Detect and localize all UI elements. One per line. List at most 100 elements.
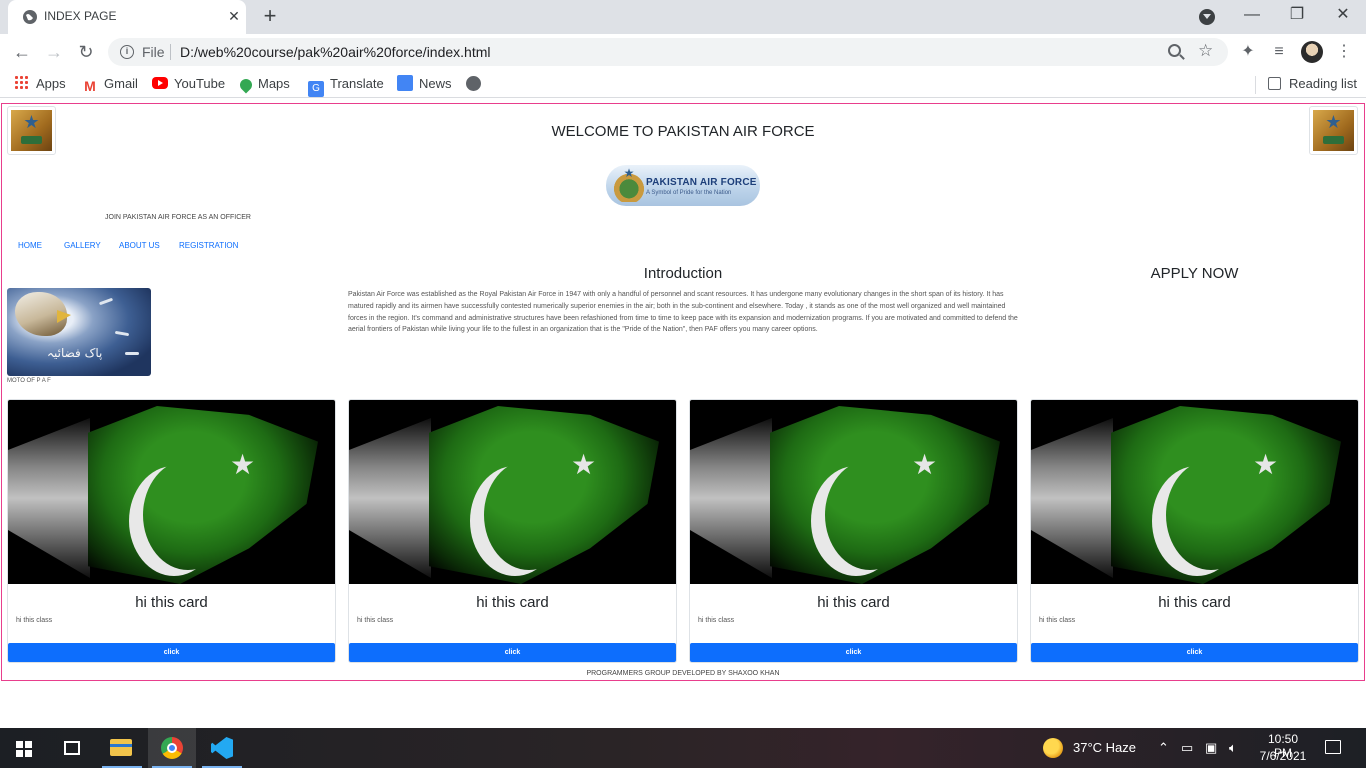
news-icon xyxy=(397,75,413,91)
url-text[interactable]: D:/web%20course/pak%20air%20force/index.… xyxy=(180,44,491,60)
page-footer: PROGRAMMERS GROUP DEVELOPED BY SHAXOO KH… xyxy=(586,670,780,677)
star-icon: ★ xyxy=(1253,449,1279,480)
nav-home[interactable]: HOME xyxy=(18,241,42,250)
reading-list-icon xyxy=(1268,77,1281,90)
file-explorer-button[interactable] xyxy=(98,728,146,768)
bookmark-translate[interactable]: G Translate xyxy=(308,75,384,97)
gmail-icon: M xyxy=(84,78,96,94)
reload-icon[interactable]: ↻ xyxy=(74,40,98,64)
card-text: hi this class xyxy=(16,617,53,624)
chevron-up-icon[interactable]: ⌃ xyxy=(1158,740,1169,756)
apps-grid-icon xyxy=(14,75,30,91)
flag-white-band xyxy=(8,418,90,578)
youtube-icon xyxy=(152,77,168,89)
chrome-taskbar-button[interactable] xyxy=(148,728,196,768)
bookmark-label: Translate xyxy=(330,76,384,91)
minimize-icon[interactable]: — xyxy=(1229,0,1275,30)
card-click-button[interactable]: click xyxy=(349,643,676,662)
tab-strip: INDEX PAGE ✕ + — ❐ ✕ xyxy=(0,0,1366,34)
crescent-icon xyxy=(1166,460,1256,570)
vscode-icon xyxy=(211,737,233,759)
profile-avatar[interactable] xyxy=(1301,41,1323,63)
extensions-puzzle-icon[interactable]: ✦ xyxy=(1238,42,1258,62)
menu-kebab-icon[interactable]: ⋮ xyxy=(1334,42,1354,62)
jet-icon xyxy=(98,297,114,306)
bookmark-label: Apps xyxy=(36,76,66,91)
card-click-button[interactable]: click xyxy=(8,643,335,662)
globe-icon xyxy=(23,10,37,24)
bookmark-news[interactable]: News xyxy=(397,75,452,93)
tab-title: INDEX PAGE xyxy=(44,9,117,23)
card-text: hi this class xyxy=(357,617,394,624)
bookmark-maps[interactable]: Maps xyxy=(237,75,290,94)
tab-close-icon[interactable]: ✕ xyxy=(226,8,242,24)
bookmark-label: Gmail xyxy=(104,76,138,91)
volume-icon[interactable]: 🔈︎ xyxy=(1229,740,1237,756)
join-officer-text: JOIN PAKISTAN AIR FORCE AS AN OFFICER xyxy=(105,214,251,221)
bookmark-label: News xyxy=(419,76,452,91)
nav-gallery[interactable]: GALLERY xyxy=(64,241,101,250)
card-title: hi this card xyxy=(135,594,208,611)
nav-registration[interactable]: REGISTRATION xyxy=(179,241,238,250)
badge-name: PAKISTAN AIR FORCE xyxy=(646,177,757,188)
chrome-icon xyxy=(161,737,183,759)
pakistan-flag-image: ★ xyxy=(690,400,1017,584)
weather-text[interactable]: 37°C Haze xyxy=(1073,740,1136,755)
card-click-button[interactable]: click xyxy=(1031,643,1358,662)
pakistan-flag-image: ★ xyxy=(1031,400,1358,584)
translate-icon: G xyxy=(308,81,324,97)
bookmark-star-icon[interactable]: ☆ xyxy=(1198,41,1213,61)
star-icon: ★ xyxy=(230,449,256,480)
jet-icon xyxy=(125,352,139,355)
vscode-taskbar-button[interactable] xyxy=(198,728,246,768)
eagle-beak-shape xyxy=(57,310,71,323)
weather-sun-icon[interactable] xyxy=(1043,738,1063,758)
start-button[interactable] xyxy=(0,728,48,768)
address-bar[interactable]: i File D:/web%20course/pak%20air%20force… xyxy=(108,38,1228,66)
bookmarks-divider xyxy=(1255,76,1256,94)
browser-toolbar: ← → ↻ i File D:/web%20course/pak%20air%2… xyxy=(0,34,1366,70)
card-text: hi this class xyxy=(698,617,735,624)
browser-tab-active[interactable]: INDEX PAGE ✕ xyxy=(8,0,246,34)
new-tab-button[interactable]: + xyxy=(259,5,281,28)
card-title: hi this card xyxy=(476,594,549,611)
crescent-icon xyxy=(143,460,233,570)
jet-icon xyxy=(114,330,130,337)
bookmark-label: Maps xyxy=(258,76,290,91)
flag-white-band xyxy=(1031,418,1113,578)
nav-about-us[interactable]: ABOUT US xyxy=(119,241,160,250)
globe-icon xyxy=(466,76,481,91)
bookmark-apps[interactable]: Apps xyxy=(14,75,66,93)
windows-logo-icon xyxy=(16,741,32,757)
task-view-button[interactable] xyxy=(48,728,96,768)
reading-list-label: Reading list xyxy=(1289,76,1357,91)
battery-icon[interactable]: ▭ xyxy=(1181,740,1193,756)
flag-white-band xyxy=(690,418,772,578)
forward-arrow-icon[interactable]: → xyxy=(42,40,66,64)
card: ★ hi this card hi this class click xyxy=(348,399,677,663)
restore-icon[interactable]: ❐ xyxy=(1274,0,1320,30)
bookmark-globe[interactable] xyxy=(466,75,487,93)
notification-icon[interactable] xyxy=(1325,740,1341,754)
network-icon[interactable]: ▣ xyxy=(1205,740,1217,756)
card: ★ hi this card hi this class click xyxy=(7,399,336,663)
card-click-button[interactable]: click xyxy=(690,643,1017,662)
apply-now-heading[interactable]: APPLY NOW xyxy=(1031,265,1358,282)
media-control-icon[interactable]: ≡ xyxy=(1269,42,1289,62)
folder-icon xyxy=(110,739,132,756)
page-viewport: WELCOME TO PAKISTAN AIR FORCE PAKISTAN A… xyxy=(0,99,1366,728)
bookmark-gmail[interactable]: M Gmail xyxy=(82,75,138,94)
intro-paragraph: Pakistan Air Force was established as th… xyxy=(348,291,1018,334)
back-arrow-icon[interactable]: ← xyxy=(10,40,34,64)
clock-date[interactable]: 7/6/2021 xyxy=(1258,749,1308,763)
reading-list-button[interactable]: Reading list xyxy=(1268,75,1357,93)
intro-heading: Introduction xyxy=(643,265,723,282)
windows-taskbar: 37°C Haze ⌃ ▭ ▣ 🔈︎ 10:50 PM 7/6/2021 xyxy=(0,728,1366,768)
star-icon: ★ xyxy=(571,449,597,480)
zoom-icon[interactable] xyxy=(1168,44,1181,57)
tab-search-icon[interactable] xyxy=(1199,9,1215,25)
info-icon[interactable]: i xyxy=(120,45,134,59)
window-close-icon[interactable]: ✕ xyxy=(1320,0,1366,30)
bookmark-youtube[interactable]: YouTube xyxy=(152,75,225,93)
scheme-label: File xyxy=(142,44,165,60)
